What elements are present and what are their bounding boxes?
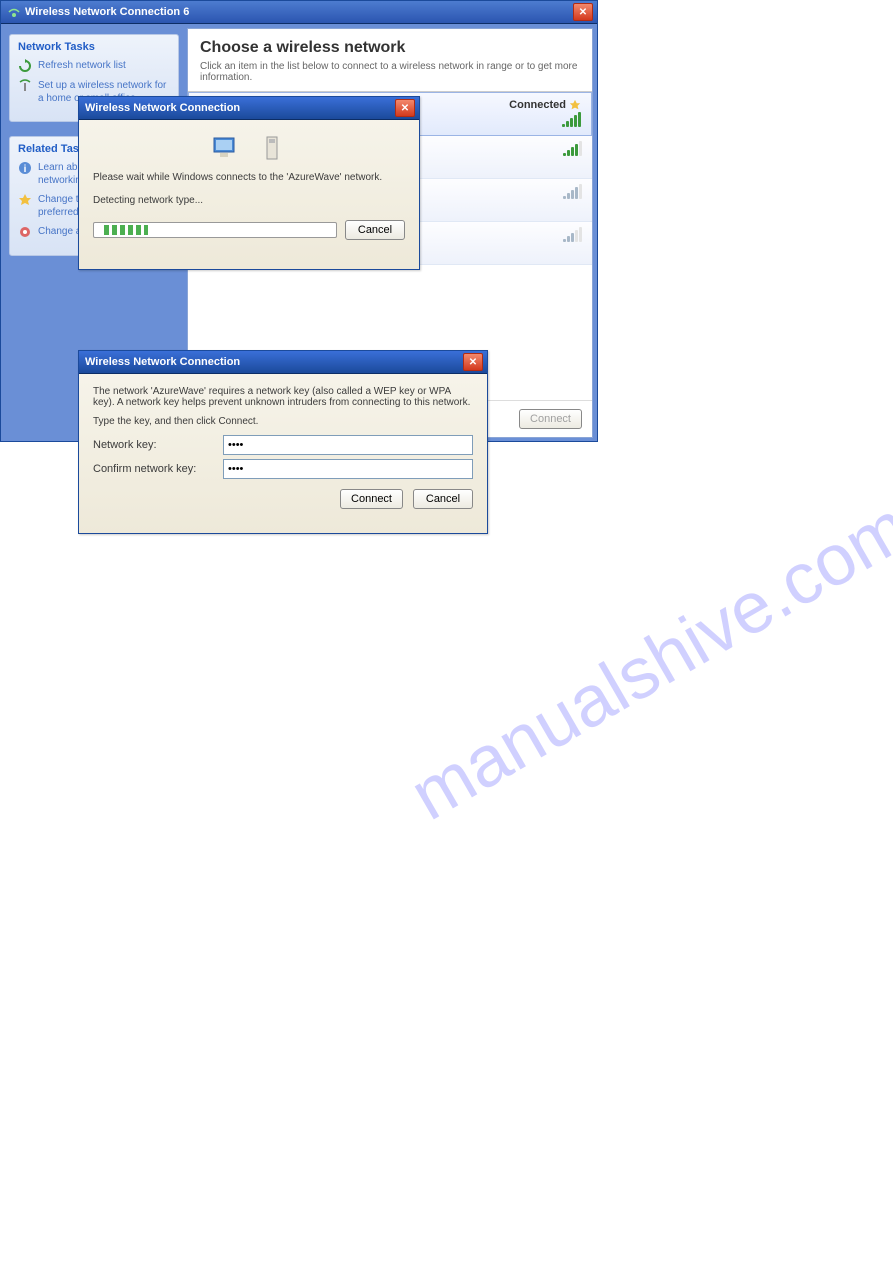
signal-icon xyxy=(563,142,582,156)
star-icon xyxy=(18,193,32,207)
choose-subheading: Click an item in the list below to conne… xyxy=(200,61,580,83)
dialog-body: The network 'AzureWave' requires a netwo… xyxy=(79,374,487,519)
window-title: Wireless Network Connection xyxy=(85,102,395,114)
main-header: Choose a wireless network Click an item … xyxy=(188,29,592,91)
window-title: Wireless Network Connection xyxy=(85,356,463,368)
choose-heading: Choose a wireless network xyxy=(200,39,580,57)
panel-title: Network Tasks xyxy=(18,41,170,53)
connected-label: Connected xyxy=(509,99,581,111)
refresh-link[interactable]: Refresh network list xyxy=(18,59,170,73)
close-button[interactable]: ✕ xyxy=(573,3,593,21)
signal-icon xyxy=(563,185,582,199)
confirm-key-label: Confirm network key: xyxy=(93,463,223,475)
signal-icon xyxy=(563,228,582,242)
cancel-button[interactable]: Cancel xyxy=(413,489,473,509)
connecting-dialog: Wireless Network Connection ✕ Please wai… xyxy=(78,96,420,270)
settings-icon xyxy=(18,225,32,239)
network-key-input[interactable] xyxy=(223,435,473,455)
titlebar[interactable]: Wireless Network Connection ✕ xyxy=(79,97,419,120)
confirm-key-input[interactable] xyxy=(223,459,473,479)
cancel-button[interactable]: Cancel xyxy=(345,220,405,240)
close-button[interactable]: ✕ xyxy=(463,353,483,371)
instruction-text: Type the key, and then click Connect. xyxy=(93,416,473,427)
refresh-icon xyxy=(18,59,32,73)
titlebar[interactable]: Wireless Network Connection ✕ xyxy=(79,351,487,374)
key-requirement-text: The network 'AzureWave' requires a netwo… xyxy=(93,386,473,408)
watermark-text: manualshive.com xyxy=(397,485,893,836)
window-title: Wireless Network Connection 6 xyxy=(25,6,573,18)
signal-icon xyxy=(562,113,581,127)
star-icon xyxy=(569,99,581,111)
monitor-icon xyxy=(212,136,240,160)
antenna-icon xyxy=(18,79,32,93)
dialog-body: Please wait while Windows connects to th… xyxy=(79,120,419,250)
tower-icon xyxy=(258,136,286,160)
titlebar[interactable]: Wireless Network Connection 6 ✕ xyxy=(1,1,597,24)
network-key-label: Network key: xyxy=(93,439,223,451)
progress-bar xyxy=(93,222,337,238)
status-text: Detecting network type... xyxy=(93,195,405,206)
wifi-icon xyxy=(7,5,21,19)
connect-button[interactable]: Connect xyxy=(519,409,582,429)
svg-text:i: i xyxy=(24,164,27,175)
network-key-dialog: Wireless Network Connection ✕ The networ… xyxy=(78,350,488,534)
connect-button[interactable]: Connect xyxy=(340,489,403,509)
info-icon: i xyxy=(18,161,32,175)
close-button[interactable]: ✕ xyxy=(395,99,415,117)
please-wait-text: Please wait while Windows connects to th… xyxy=(93,172,405,183)
